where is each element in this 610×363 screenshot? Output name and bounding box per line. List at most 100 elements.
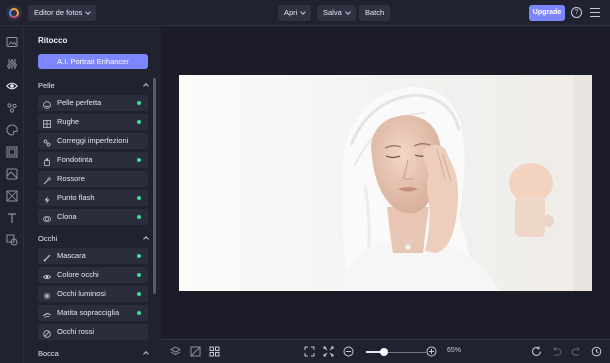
ai-portrait-enhancer-button[interactable]: A.I. Portrait Enhancer (38, 54, 148, 69)
history-icon[interactable] (591, 346, 602, 357)
eye-icon[interactable] (6, 80, 18, 92)
flash-icon (43, 194, 51, 204)
image-icon[interactable] (6, 36, 18, 48)
eye-icon (42, 271, 52, 280)
tool-item-label: Matita sopracciglia (57, 308, 120, 317)
clone-icon (43, 213, 51, 222)
effects-icon[interactable] (6, 102, 18, 114)
portrait-photo (179, 75, 592, 291)
texture-icon[interactable] (6, 190, 18, 202)
tool-item-correggi-imperfezioni[interactable]: Correggi imperfezioni (38, 133, 148, 149)
active-indicator (137, 120, 141, 124)
tool-item-occhi-rossi[interactable]: Occhi rossi (38, 324, 148, 340)
redo-icon[interactable] (571, 346, 582, 357)
tool-item-occhi-luminosi[interactable]: Occhi luminosi (38, 286, 148, 302)
bottom-toolbar: 65% (161, 339, 610, 363)
active-indicator (137, 254, 141, 258)
paint-icon[interactable] (6, 124, 18, 136)
blemish-icon (43, 137, 51, 147)
layers-icon[interactable] (169, 346, 182, 357)
undo-icon[interactable] (551, 346, 562, 357)
tool-item-punto-flash[interactable]: Punto flash (38, 190, 148, 206)
refresh-icon[interactable] (531, 346, 542, 357)
tool-item-label: Colore occhi (57, 270, 99, 279)
chevron-down-icon (85, 9, 92, 15)
active-indicator (137, 196, 141, 200)
section-label: Pelle (38, 81, 55, 90)
overlay-icon[interactable] (6, 168, 18, 180)
tool-item-label: Occhi luminosi (57, 289, 106, 298)
redeye-icon (43, 328, 51, 338)
active-indicator (137, 292, 141, 296)
section-occhi-header[interactable]: Occhi (38, 234, 149, 246)
adjust-sliders-icon[interactable] (6, 58, 18, 70)
chevron-up-icon (143, 236, 149, 242)
chevron-up-icon (143, 351, 149, 357)
editor-mode-dropdown[interactable]: Editor de fotos (28, 5, 97, 21)
tool-item-label: Rughe (57, 117, 80, 126)
zoom-out-icon[interactable] (343, 346, 354, 357)
top-bar: Editor de fotos Apri Salva Batch Upgrade… (0, 0, 610, 26)
chevron-down-icon (300, 9, 307, 15)
tool-item-label: Rossore (57, 174, 85, 183)
tool-item-pelle-perfetta[interactable]: Pelle perfetta (38, 95, 148, 111)
save-label: Salva (323, 8, 342, 17)
retouch-panel: Ritocco A.I. Portrait Enhancer Pelle Pel… (24, 27, 160, 363)
upgrade-button[interactable]: Upgrade (529, 5, 565, 21)
tool-item-label: Punto flash (57, 193, 95, 202)
active-indicator (137, 215, 141, 219)
active-indicator (137, 101, 141, 105)
open-button[interactable]: Apri (278, 5, 312, 21)
fit-to-screen-icon[interactable] (304, 346, 315, 357)
grid-icon (43, 118, 51, 128)
save-button[interactable]: Salva (317, 5, 356, 21)
tool-item-colore-occhi[interactable]: Colore occhi (38, 267, 148, 283)
tool-item-mascara[interactable]: Mascara (38, 248, 148, 264)
active-indicator (137, 158, 141, 162)
tool-item-label: Mascara (57, 251, 86, 260)
sparkle-icon (43, 290, 51, 300)
open-label: Apri (284, 8, 298, 17)
tool-item-label: Fondotinta (57, 155, 93, 164)
active-indicator (137, 273, 141, 277)
zoom-slider-handle[interactable] (380, 348, 388, 356)
actual-size-icon[interactable] (323, 346, 334, 357)
panel-title: Ritocco (38, 36, 68, 45)
chevron-down-icon (344, 9, 351, 15)
smile-icon (43, 99, 51, 109)
tool-item-label: Pelle perfetta (57, 98, 102, 107)
tool-item-rossore[interactable]: Rossore (38, 171, 148, 187)
pipette-icon (43, 175, 51, 185)
section-label: Bocca (38, 349, 59, 358)
zoom-percent: 65% (447, 347, 462, 354)
graphics-icon[interactable] (6, 234, 18, 246)
tool-item-label: Correggi imperfezioni (57, 136, 129, 145)
eyebrow-icon (43, 309, 51, 318)
tool-item-fondotinta[interactable]: Fondotinta (38, 152, 148, 168)
section-pelle-header[interactable]: Pelle (38, 81, 149, 93)
text-icon[interactable] (6, 212, 18, 224)
active-indicator (137, 311, 141, 315)
photo-canvas[interactable] (179, 75, 592, 291)
tool-rail (0, 27, 24, 363)
hamburger-menu-icon[interactable] (590, 8, 600, 17)
section-bocca-header[interactable]: Bocca (38, 349, 149, 361)
chevron-up-icon (143, 83, 149, 89)
tool-item-matita-sopracciglia[interactable]: Matita sopracciglia (38, 305, 148, 321)
tool-item-label: Occhi rossi (57, 327, 95, 336)
panel-scrollbar[interactable] (153, 78, 156, 294)
tool-item-clona[interactable]: Clona (38, 209, 148, 225)
compare-icon[interactable] (190, 346, 201, 357)
zoom-in-icon[interactable] (426, 346, 437, 357)
brush-icon (43, 252, 51, 262)
help-icon[interactable]: ? (571, 7, 582, 18)
foundation-icon (43, 156, 51, 166)
editor-mode-label: Editor de fotos (34, 8, 83, 17)
batch-label: Batch (365, 8, 385, 17)
frame-icon[interactable] (6, 146, 18, 158)
tool-item-rughe[interactable]: Rughe (38, 114, 148, 130)
grid-view-icon[interactable] (209, 346, 220, 357)
app-logo-icon[interactable] (6, 5, 22, 21)
tool-item-label: Clona (57, 212, 77, 221)
batch-button[interactable]: Batch (359, 5, 391, 21)
